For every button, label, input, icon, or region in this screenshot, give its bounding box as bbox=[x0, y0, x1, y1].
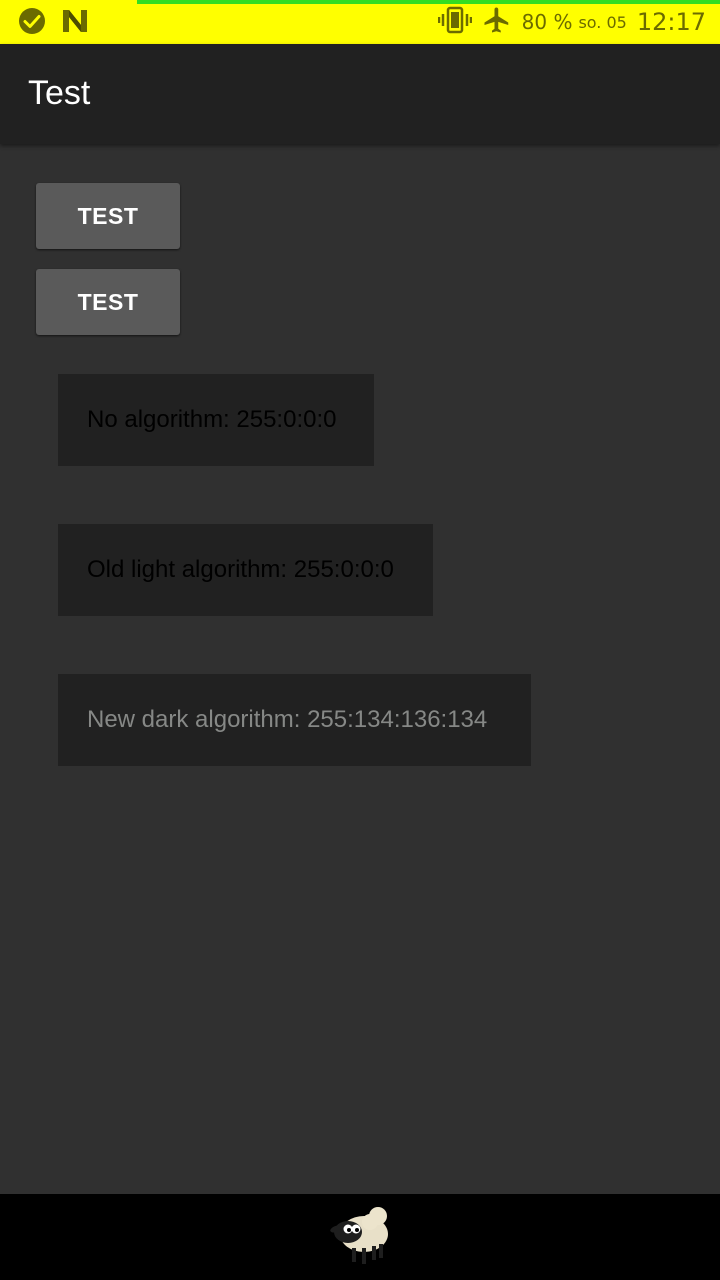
test-button-1[interactable]: TEST bbox=[36, 183, 180, 249]
airplane-mode-icon bbox=[482, 5, 512, 39]
check-circle-icon bbox=[18, 7, 46, 39]
navigation-bar bbox=[0, 1194, 720, 1280]
n-logo-icon bbox=[60, 7, 90, 39]
result-text: No algorithm: 255:0:0:0 bbox=[87, 406, 337, 433]
page-title: Test bbox=[28, 74, 91, 112]
result-text: New dark algorithm: 255:134:136:134 bbox=[87, 706, 488, 733]
battery-percentage: 80 % bbox=[521, 10, 573, 34]
test-button-2[interactable]: TEST bbox=[36, 269, 180, 335]
status-left-icons bbox=[18, 7, 90, 39]
result-text: Old light algorithm: 255:0:0:0 bbox=[87, 556, 394, 583]
new-dark-algorithm-result: New dark algorithm: 255:134:136:134 bbox=[58, 674, 531, 766]
sheep-icon[interactable] bbox=[322, 1202, 394, 1272]
status-time: 12:17 bbox=[636, 8, 706, 36]
status-bar: 80 % so. 05 12:17 bbox=[0, 0, 720, 44]
no-algorithm-result: No algorithm: 255:0:0:0 bbox=[58, 374, 374, 466]
vibrate-icon bbox=[437, 6, 472, 38]
status-date: so. 05 bbox=[578, 12, 627, 32]
old-light-algorithm-result: Old light algorithm: 255:0:0:0 bbox=[58, 524, 433, 616]
app-bar: Test bbox=[0, 44, 720, 144]
status-right-icons: 80 % so. 05 12:17 bbox=[437, 4, 706, 40]
